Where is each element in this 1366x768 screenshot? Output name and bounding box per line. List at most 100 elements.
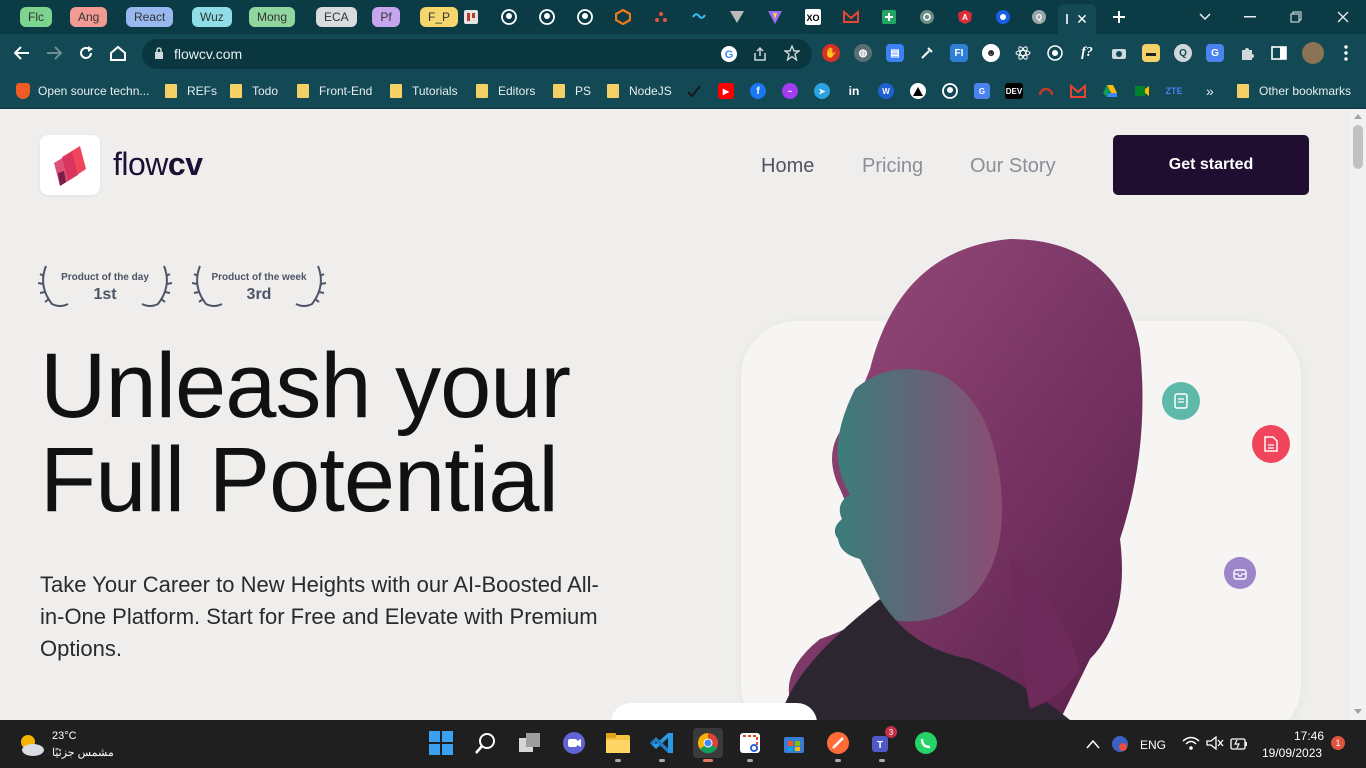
side-panel-icon[interactable]	[1270, 44, 1288, 62]
close-tab-icon[interactable]: ✕	[1076, 11, 1088, 28]
profile-avatar[interactable]	[1302, 42, 1324, 64]
tab-icon-only[interactable]	[690, 6, 708, 28]
address-url[interactable]: flowcv.com	[174, 46, 242, 62]
dev-icon[interactable]: DEV	[1005, 83, 1023, 99]
nav-home[interactable]: Home	[761, 155, 814, 178]
tab-icon-only[interactable]	[462, 6, 480, 28]
meet-icon[interactable]	[1134, 83, 1150, 99]
battery-icon[interactable]	[1230, 737, 1248, 755]
search-icon[interactable]	[473, 730, 499, 756]
extension-camera-icon[interactable]	[1110, 44, 1128, 62]
vscode-icon[interactable]	[649, 730, 675, 756]
page-scrollbar[interactable]	[1350, 109, 1366, 720]
ms-store-icon[interactable]	[781, 730, 807, 756]
scroll-up-icon[interactable]	[1354, 114, 1362, 119]
google-icon[interactable]: G	[720, 45, 738, 68]
extensions-puzzle-icon[interactable]	[1238, 44, 1256, 62]
chrome-icon[interactable]	[693, 728, 723, 758]
wifi-icon[interactable]	[1182, 736, 1200, 755]
triangle-icon[interactable]	[910, 83, 926, 99]
close-window-icon[interactable]	[1331, 6, 1355, 28]
address-bar[interactable]: flowcv.com G	[142, 39, 812, 69]
extension-fi-icon[interactable]: FI	[950, 44, 968, 62]
nav-our-story[interactable]: Our Story	[970, 155, 1056, 178]
reload-button[interactable]	[74, 42, 98, 64]
extension-function-icon[interactable]: f?	[1078, 44, 1096, 62]
extension-translate-icon[interactable]: G	[1206, 44, 1224, 62]
telegram-icon[interactable]: ➤	[814, 83, 830, 99]
back-button[interactable]	[10, 42, 34, 64]
restore-icon[interactable]	[1284, 6, 1308, 28]
lock-icon[interactable]	[154, 47, 164, 65]
github-icon[interactable]	[942, 83, 958, 99]
clock-date[interactable]: 19/09/2023	[1262, 746, 1322, 760]
weather-widget[interactable]: 23°C مشمس جزئيًا	[10, 720, 130, 768]
w-icon[interactable]: W	[878, 83, 894, 99]
tray-app-icon[interactable]	[1111, 735, 1129, 758]
tab-icon-only[interactable]	[652, 6, 670, 28]
zte-icon[interactable]: ZTE	[1163, 83, 1185, 99]
tab-icon-only[interactable]	[728, 6, 746, 28]
volume-muted-icon[interactable]	[1206, 735, 1224, 755]
extension-react-icon[interactable]	[1014, 44, 1032, 62]
logo-wordmark[interactable]: flowcv	[113, 146, 203, 183]
tab-icon-only[interactable]	[614, 6, 632, 28]
meet-now-icon[interactable]	[561, 730, 587, 756]
bookmark-folder-nodejs[interactable]: NodeJS	[607, 82, 672, 100]
whatsapp-icon[interactable]	[913, 730, 939, 756]
youtube-icon[interactable]: ▶	[718, 83, 734, 99]
tab-icon-only[interactable]	[766, 6, 784, 28]
extension-globe-icon[interactable]: ◍	[854, 44, 872, 62]
bookmark-open-source[interactable]: Open source techn...	[16, 82, 149, 100]
tab-flc[interactable]: Flc	[20, 6, 52, 28]
tray-overflow-icon[interactable]	[1086, 736, 1100, 754]
bookmarks-overflow-button[interactable]: »	[1206, 82, 1214, 100]
tab-react[interactable]: React	[126, 6, 174, 28]
language-indicator[interactable]: ENG	[1140, 738, 1166, 752]
star-icon[interactable]	[782, 44, 802, 66]
tab-icon-only[interactable]: Q	[1030, 6, 1048, 28]
minimize-icon[interactable]	[1238, 6, 1262, 28]
forward-button[interactable]	[42, 42, 66, 64]
linkedin-icon[interactable]: in	[846, 83, 862, 99]
tab-icon-only[interactable]	[918, 6, 936, 28]
tab-active[interactable]: ✕	[1058, 4, 1096, 34]
gmail-icon[interactable]	[1070, 83, 1086, 99]
teams-icon[interactable]: T 3	[869, 726, 897, 756]
new-tab-button[interactable]	[1107, 6, 1131, 28]
scroll-down-icon[interactable]	[1354, 709, 1362, 714]
task-view-icon[interactable]	[517, 730, 543, 756]
bookmark-folder-tutorials[interactable]: Tutorials	[390, 82, 458, 100]
home-button[interactable]	[106, 42, 130, 64]
tab-ang[interactable]: Ang	[70, 6, 108, 28]
notification-badge[interactable]: 1	[1331, 736, 1345, 750]
extension-folder-icon[interactable]: ▬	[1142, 44, 1160, 62]
share-icon[interactable]	[752, 46, 768, 67]
extension-target-icon[interactable]	[1046, 44, 1064, 62]
extension-face-icon[interactable]: ☻	[982, 44, 1000, 62]
scroll-thumb[interactable]	[1353, 125, 1363, 169]
tab-icon-only[interactable]: XO	[804, 6, 822, 28]
tab-icon-only[interactable]	[880, 6, 898, 28]
bookmark-folder-frontend[interactable]: Front-End	[297, 82, 372, 100]
bookmark-folder-ps[interactable]: PS	[553, 82, 591, 100]
tab-icon-only[interactable]: A	[956, 6, 974, 28]
menu-kebab-icon[interactable]	[1334, 42, 1358, 64]
checkmark-bookmark-icon[interactable]	[686, 83, 702, 99]
start-windows-icon[interactable]	[428, 730, 454, 756]
bookmark-folder-refs[interactable]: REFs	[165, 82, 217, 100]
tab-fp[interactable]: F_P	[420, 6, 459, 28]
bookmark-folder-other[interactable]: Other bookmarks	[1237, 82, 1351, 100]
bookmark-folder-todo[interactable]: Todo	[230, 82, 278, 100]
snipping-tool-icon[interactable]	[737, 730, 763, 756]
translate-icon[interactable]: G	[974, 83, 990, 99]
extension-stop-icon[interactable]: ✋	[822, 44, 840, 62]
drive-icon[interactable]	[1102, 83, 1118, 99]
tab-wuz[interactable]: Wuz	[192, 6, 232, 28]
clock-time[interactable]: 17:46	[1294, 729, 1324, 743]
bookmark-folder-editors[interactable]: Editors	[476, 82, 535, 100]
postman-icon[interactable]	[825, 730, 851, 756]
tab-mong[interactable]: Mong	[249, 6, 296, 28]
tab-icon-only[interactable]	[538, 6, 556, 28]
nav-pricing[interactable]: Pricing	[862, 155, 923, 178]
